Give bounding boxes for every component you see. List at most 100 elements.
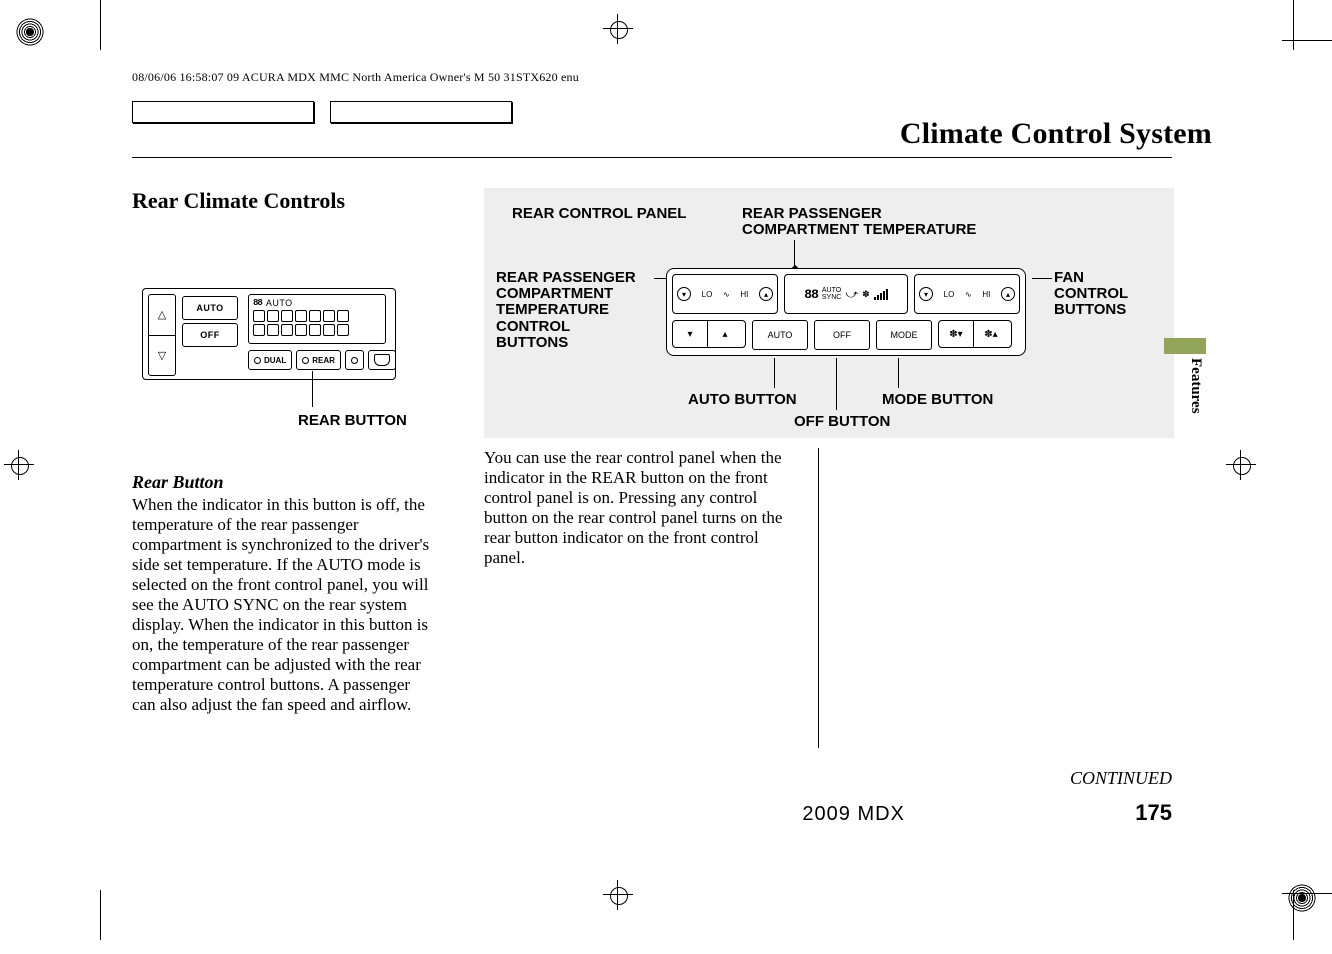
airflow-mode-icons-row [253,310,381,322]
rear-display: 88 AUTO SYNC ⤻ [784,274,908,314]
airflow-icon [267,310,279,322]
temp-up-down-rocker: △ ▽ [148,294,176,376]
rear-control-panel-diagram: REAR CONTROL PANEL REAR PASSENGER COMPAR… [484,188,1174,438]
auto-key: AUTO [752,320,808,350]
airflow-icon [295,324,307,336]
paragraph-heading: Rear Button [132,472,432,493]
heat-waves-icon: ∿ [965,290,972,299]
crop-mark-icon [1293,0,1294,50]
temp-down-icon: ▾ [677,287,691,301]
rear-label: REAR [312,356,335,365]
temp-down-up-pair: ▾ ▴ [672,320,746,348]
airflow-icon [337,324,349,336]
body-paragraph: When the indicator in this button is off… [132,495,432,716]
crop-mark-icon [1282,893,1332,894]
indicator-dot-icon [254,357,261,364]
triangle-down-icon: ▽ [149,336,175,376]
label-rear-passenger-compartment-temperature: REAR PASSENGER COMPARTMENT TEMPERATURE [742,206,976,238]
lo-label: LO [944,290,955,299]
hi-label: HI [740,290,748,299]
label-mode-button: MODE BUTTON [882,392,993,408]
temp-up-icon: ▴ [1001,287,1015,301]
auto-button: AUTO [182,296,238,320]
crop-mark-icon [100,0,101,50]
rear-button: REAR [296,350,341,370]
page-footer: 2009 MDX 175 [132,800,1172,826]
label-fan-control-buttons: FAN CONTROL BUTTONS [1054,270,1128,319]
tab-color-bar [1164,338,1206,354]
airflow-icon [267,324,279,336]
temp-readout: 88 [253,298,262,308]
label-rear-passenger-compartment-temperature-control-buttons: REAR PASSENGER COMPARTMENT TEMPERATURE C… [496,270,636,351]
airflow-mode-icons-row [253,324,381,336]
label-rear-control-panel: REAR CONTROL PANEL [512,206,686,222]
tab-label: Features [1187,358,1204,414]
defrost-icon [374,354,390,366]
fan-down-icon: ▾ [939,321,974,347]
leader-line [898,358,899,388]
temp-up-icon: ▴ [759,287,773,301]
page-number: 175 [1135,800,1172,826]
indicator-dot-icon [302,357,309,364]
airflow-icon [323,324,335,336]
dual-label: DUAL [264,356,286,365]
lo-label: LO [702,290,713,299]
leader-line [836,358,837,410]
ac-button [345,350,364,370]
airflow-icon [309,310,321,322]
crop-mark-icon [1293,890,1294,940]
crop-cross-icon [1226,450,1256,480]
airflow-icon [295,310,307,322]
auto-sync-label: AUTO SYNC [822,287,841,301]
crop-mark-icon [100,890,101,940]
continued-label: CONTINUED [1070,768,1172,789]
airflow-icon [253,310,265,322]
rear-temp-readout: 88 [804,287,818,302]
rear-button-callout: REAR BUTTON [298,412,407,429]
leader-line [1032,278,1052,279]
airflow-icon [281,310,293,322]
up-arrow-icon: ▴ [708,321,742,347]
dual-button: DUAL [248,350,292,370]
down-arrow-icon: ▾ [673,321,708,347]
model-year: 2009 MDX [802,803,905,826]
front-panel-display: 88 AUTO [248,294,386,344]
leader-line [774,358,775,388]
fan-up-icon: ▴ [974,321,1008,347]
print-header-meta: 08/06/06 16:58:07 09 ACURA MDX MMC North… [132,70,1212,85]
crop-mark-icon [1282,40,1332,41]
airflow-icon [281,324,293,336]
page-title: Climate Control System [900,117,1212,151]
triangle-up-icon: △ [149,295,175,336]
header-box [330,101,512,123]
crop-cross-icon [4,450,34,480]
crop-cross-icon [603,880,633,910]
registration-mark-icon [16,18,44,46]
label-auto-button: AUTO BUTTON [688,392,797,408]
fan-down-up-pair: ▾ ▴ [938,320,1012,348]
off-key: OFF [814,320,870,350]
callout-leader-line [312,371,313,407]
crop-cross-icon [603,14,633,44]
rear-temp-control: ▾ LO ∿ HI ▴ [672,274,778,314]
rear-temp-control-right: ▾ LO ∿ HI ▴ [914,274,1020,314]
airflow-icon [337,310,349,322]
indicator-dot-icon [351,357,358,364]
title-rule [132,157,1172,158]
temp-down-icon: ▾ [919,287,933,301]
off-button: OFF [182,323,238,347]
fan-speed-bars-icon [874,289,888,300]
rear-control-panel-drawing: ▾ LO ∿ HI ▴ 88 AUTO SYNC ⤻ ▾ [666,268,1026,356]
mode-key: MODE [876,320,932,350]
front-climate-panel-figure: △ ▽ AUTO OFF 88 AUTO [132,236,412,416]
fan-icon [862,289,870,300]
airflow-icon [309,324,321,336]
airflow-seat-icon: ⤻ [845,287,858,302]
section-tab: Features [1164,338,1206,434]
header-box [132,101,314,123]
label-off-button: OFF BUTTON [794,414,890,430]
body-paragraph: You can use the rear control panel when … [484,448,804,568]
hi-label: HI [982,290,990,299]
airflow-icon [323,310,335,322]
defrost-button [368,350,396,370]
